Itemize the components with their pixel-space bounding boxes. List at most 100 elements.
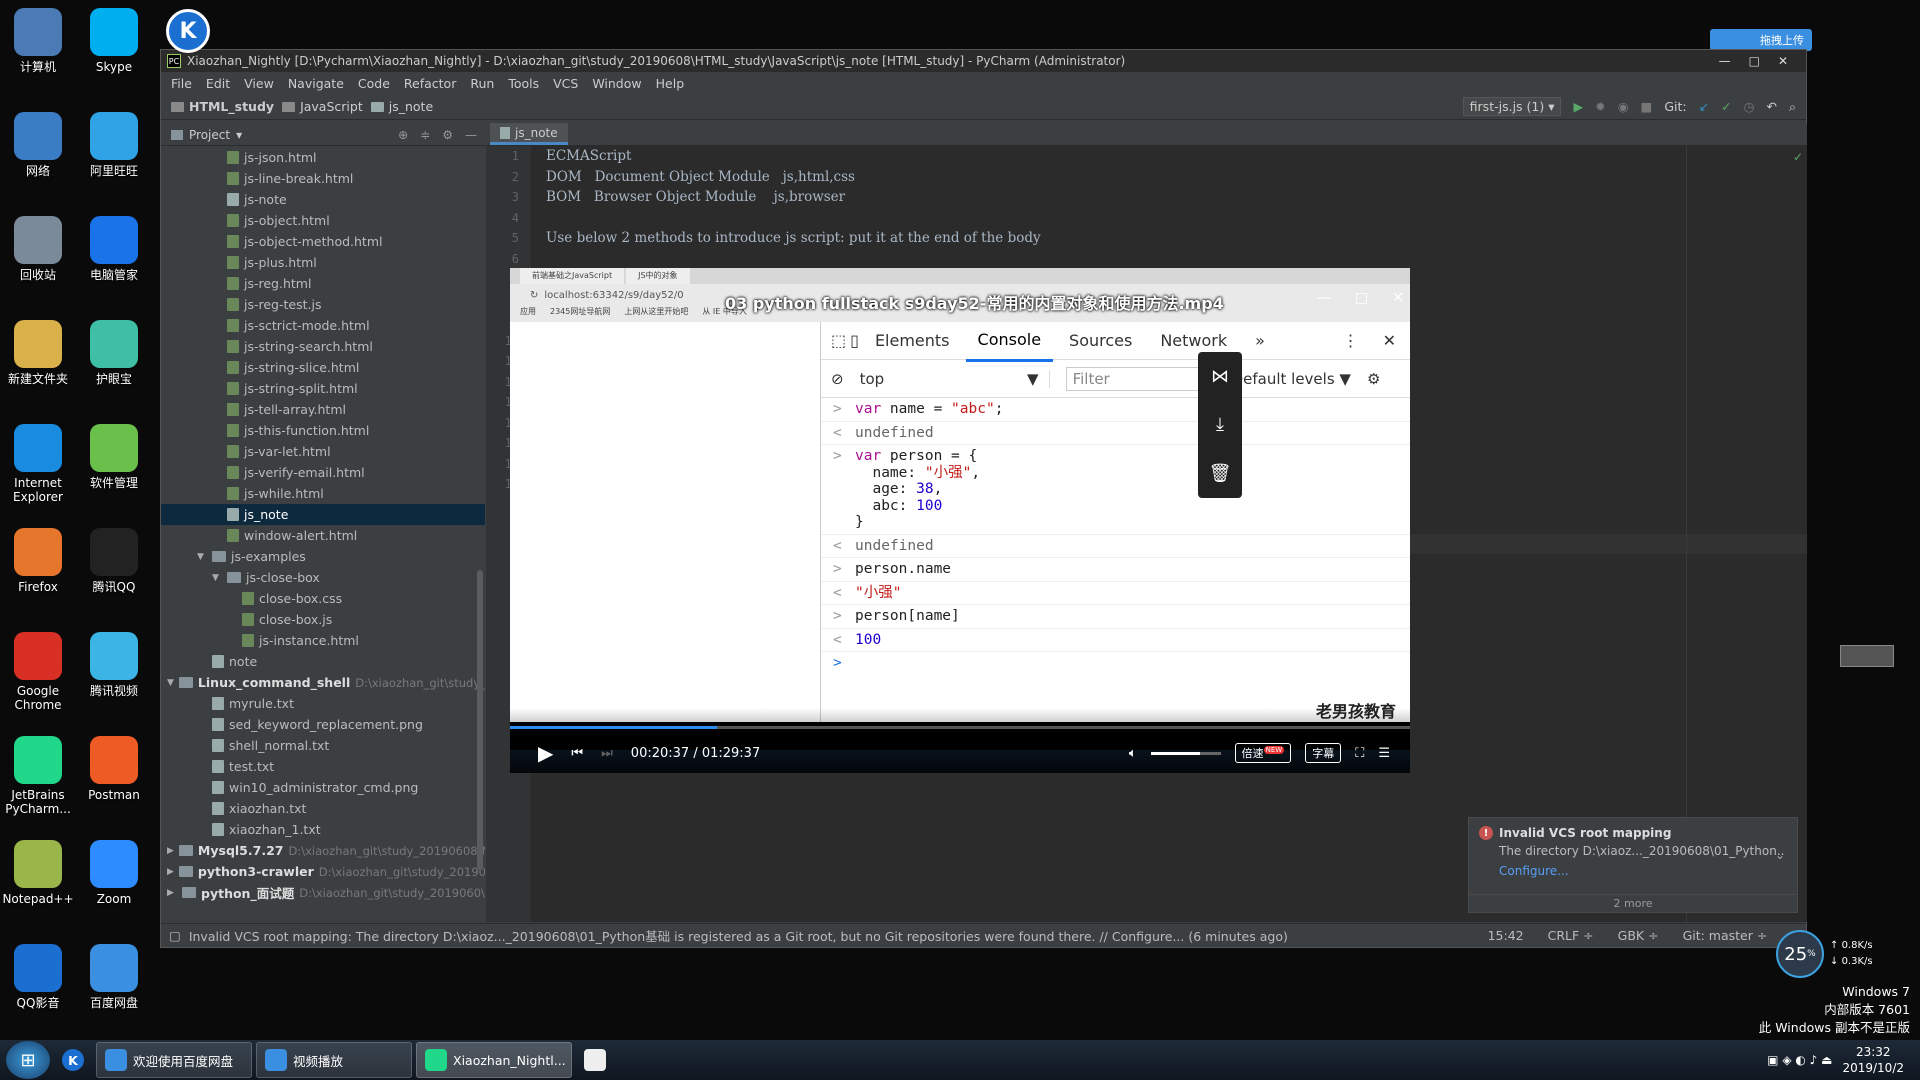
tree-item[interactable]: ▶ python_面试题 D:\xiaozhan_git\study_2019060… [161, 882, 485, 903]
tree-item[interactable]: close-box.css [161, 588, 485, 609]
play-icon[interactable]: ▶ [538, 741, 553, 765]
share-icon[interactable]: ⋈ [1211, 366, 1229, 387]
tree-item[interactable]: js-string-split.html [161, 378, 485, 399]
locate-icon[interactable]: ⊕ [398, 128, 408, 142]
tree-item[interactable]: ▼ js-examples [161, 546, 485, 567]
desktop-icon[interactable]: 电脑管家 [76, 216, 152, 282]
status-toggle-icon[interactable]: ▢ [169, 928, 181, 943]
download-icon[interactable]: ⤓ [1216, 414, 1224, 435]
file-encoding[interactable]: GBK ÷ [1610, 928, 1667, 943]
start-button[interactable]: ⊞ [6, 1041, 50, 1079]
desktop-icon[interactable]: Zoom [76, 840, 152, 906]
floating-widget[interactable] [1840, 645, 1894, 667]
chevron-down-icon[interactable]: ▼ [197, 552, 207, 562]
desktop-icon[interactable]: 腾讯QQ [76, 528, 152, 594]
git-branch[interactable]: Git: master ÷ [1675, 928, 1776, 943]
tree-item[interactable]: ▶ python3-crawler D:\xiaozhan_git\study_20… [161, 861, 485, 882]
tree-item[interactable]: shell_normal.txt [161, 735, 485, 756]
chevron-right-icon[interactable]: ▶ [167, 888, 177, 898]
git-update-icon[interactable]: ↙ [1699, 99, 1709, 114]
tree-item[interactable]: js-json.html [161, 147, 485, 168]
tree-item[interactable]: js-tell-array.html [161, 399, 485, 420]
minimize-button[interactable]: — [1317, 290, 1331, 306]
taskbar-item[interactable]: 欢迎使用百度网盘 [96, 1042, 252, 1078]
tree-item[interactable]: ▼ js-close-box [161, 567, 485, 588]
chevron-down-icon[interactable]: ▼ [167, 678, 174, 688]
desktop-icon[interactable]: JetBrains PyCharm... [0, 736, 76, 816]
coverage-icon[interactable]: ◉ [1618, 99, 1629, 114]
desktop-icon[interactable]: 网络 [0, 112, 76, 178]
tab-js-note[interactable]: js_note [490, 123, 568, 145]
tree-item[interactable]: js-while.html [161, 483, 485, 504]
status-message[interactable]: Invalid VCS root mapping: The directory … [189, 926, 1472, 945]
baidu-upload-float[interactable]: 拖拽上传 [1710, 29, 1812, 51]
notepad-pin[interactable] [576, 1042, 614, 1078]
desktop-icon[interactable]: QQ影音 [0, 944, 76, 1010]
breadcrumb-file[interactable]: js_note [370, 99, 433, 114]
desktop-icon[interactable]: 回收站 [0, 216, 76, 282]
taskbar-item[interactable]: Xiaozhan_Nightl... [416, 1042, 572, 1078]
chevron-down-icon[interactable]: ⌄ [1775, 848, 1785, 862]
tree-item[interactable]: js-string-slice.html [161, 357, 485, 378]
menu-view[interactable]: View [244, 76, 274, 91]
project-scrollbar[interactable] [477, 570, 483, 870]
menu-file[interactable]: File [171, 76, 192, 91]
tree-item[interactable]: window-alert.html [161, 525, 485, 546]
tree-item[interactable]: js-line-break.html [161, 168, 485, 189]
video-player[interactable]: 前端基础之JavaScript JS中的对象 ↻ localhost:63342/… [510, 268, 1410, 773]
subtitle-button[interactable]: 字幕 [1305, 743, 1342, 763]
fullscreen-icon[interactable]: ⛶ [1355, 746, 1364, 761]
volume-icon[interactable]: 🔈︎ [1129, 746, 1137, 761]
minimize-button[interactable]: — [1719, 54, 1731, 68]
desktop-icon[interactable]: 护眼宝 [76, 320, 152, 386]
tree-item[interactable]: js-sctrict-mode.html [161, 315, 485, 336]
search-icon[interactable]: ⌕ [1789, 99, 1796, 115]
menu-navigate[interactable]: Navigate [288, 76, 344, 91]
tree-item[interactable]: js-note [161, 189, 485, 210]
collapse-icon[interactable]: ≑ [420, 128, 430, 142]
desktop-icon[interactable]: 计算机 [0, 8, 76, 74]
tree-item[interactable]: myrule.txt [161, 693, 485, 714]
hide-icon[interactable]: — [465, 128, 477, 142]
chevron-right-icon[interactable]: ▶ [167, 846, 174, 856]
progress-bar[interactable] [510, 726, 1410, 729]
k-app-desktop-icon[interactable]: K [166, 9, 210, 53]
desktop-icon[interactable]: 阿里旺旺 [76, 112, 152, 178]
tree-item[interactable]: ▶ Mysql5.7.27 D:\xiaozhan_git\study_201906… [161, 840, 485, 861]
tree-item[interactable]: close-box.js [161, 609, 485, 630]
tray-icons[interactable]: ▣ ◈ ◐ ♪ ⏏ [1767, 1053, 1832, 1067]
desktop-icon[interactable]: 软件管理 [76, 424, 152, 490]
tree-item[interactable]: js-object-method.html [161, 231, 485, 252]
menu-edit[interactable]: Edit [206, 76, 230, 91]
tree-item[interactable]: win10_administrator_cmd.png [161, 777, 485, 798]
desktop-icon[interactable]: 新建文件夹 [0, 320, 76, 386]
clock[interactable]: 23:32 2019/10/2 [1842, 1044, 1904, 1076]
run-icon[interactable]: ▶ [1573, 99, 1583, 114]
tree-item[interactable]: js-instance.html [161, 630, 485, 651]
volume-slider[interactable] [1150, 751, 1221, 755]
tree-item[interactable]: xiaozhan_1.txt [161, 819, 485, 840]
tree-item[interactable]: js-reg-test.js [161, 294, 485, 315]
playlist-icon[interactable]: ☰ [1378, 746, 1390, 761]
debug-icon[interactable]: ✹ [1595, 99, 1605, 114]
taskbar-item[interactable]: 视频播放 [256, 1042, 412, 1078]
menu-help[interactable]: Help [656, 76, 685, 91]
menu-tools[interactable]: Tools [508, 76, 539, 91]
menu-window[interactable]: Window [592, 76, 641, 91]
git-commit-icon[interactable]: ✓ [1721, 99, 1731, 114]
history-icon[interactable]: ◷ [1744, 99, 1755, 114]
close-button[interactable]: ✕ [1392, 290, 1404, 306]
trash-icon[interactable]: 🗑︎ [1209, 463, 1232, 484]
revert-icon[interactable]: ↶ [1767, 99, 1777, 114]
configure-link[interactable]: Configure... [1469, 858, 1797, 884]
tree-item[interactable]: js-string-search.html [161, 336, 485, 357]
next-icon[interactable]: ⏭︎ [601, 746, 613, 761]
tree-item[interactable]: js-this-function.html [161, 420, 485, 441]
tree-item[interactable]: js-plus.html [161, 252, 485, 273]
maximize-button[interactable]: □ [1749, 54, 1760, 68]
caret-position[interactable]: 15:42 [1480, 928, 1532, 943]
chevron-down-icon[interactable]: ▼ [212, 573, 222, 583]
speed-button[interactable]: 倍速 NEW [1234, 743, 1292, 763]
tree-item[interactable]: js-verify-email.html [161, 462, 485, 483]
desktop-icon[interactable]: 百度网盘 [76, 944, 152, 1010]
